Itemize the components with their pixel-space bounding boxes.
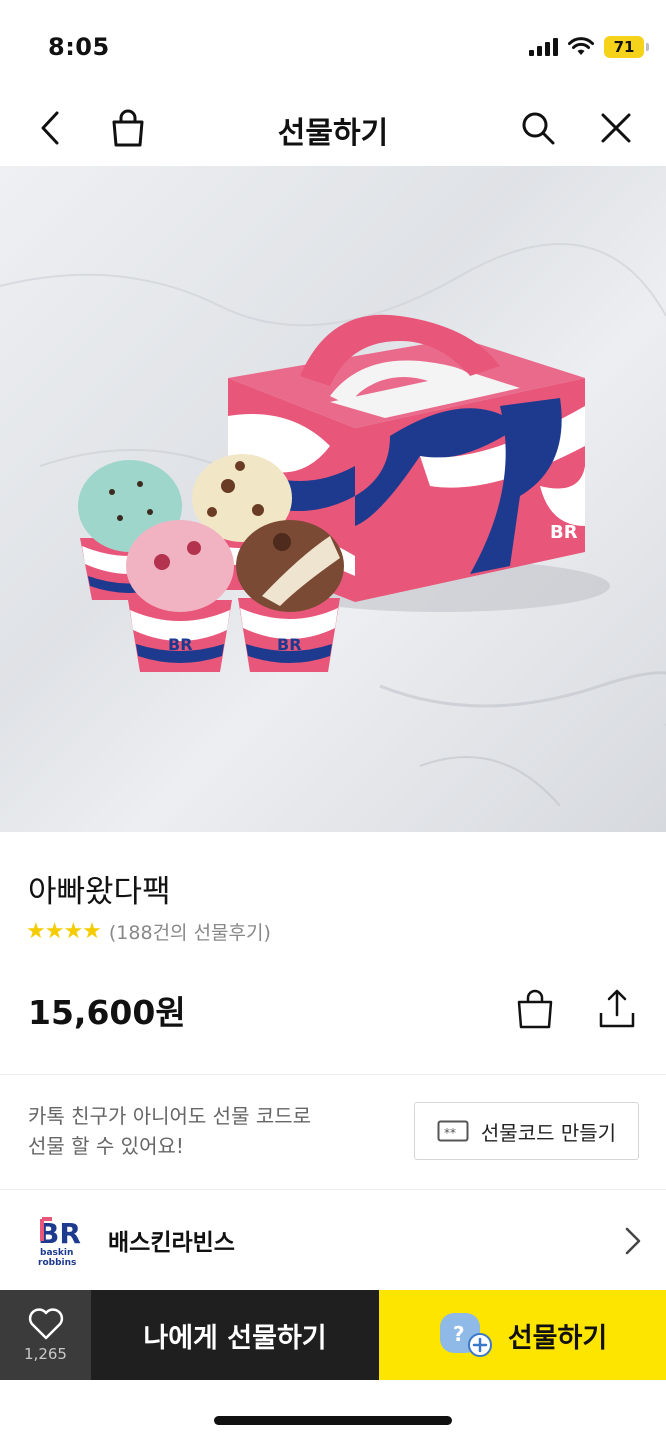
gift-code-description: 카톡 친구가 아니어도 선물 코드로 선물 할 수 있어요! <box>28 1101 311 1161</box>
svg-text:**: ** <box>444 1126 456 1140</box>
gift-code-description-line2: 선물 할 수 있어요! <box>28 1134 184 1158</box>
brand-name: 배스킨라빈스 <box>108 1230 235 1256</box>
brand-link[interactable]: BR baskin robbins 배스킨라빈스 <box>0 1190 666 1290</box>
page-title: 선물하기 <box>277 116 389 151</box>
gift-button-label: 선물하기 <box>507 1322 608 1354</box>
product-name: 아빠왔다팩 <box>28 874 171 910</box>
gift-to-self-button[interactable]: 나에게 선물하기 <box>91 1290 379 1380</box>
close-button[interactable] <box>592 104 640 152</box>
svg-text:robbins: robbins <box>38 1258 76 1267</box>
product-image: BR BR BR <box>0 166 666 832</box>
nav-bar: 선물하기 <box>0 90 666 166</box>
share-button[interactable] <box>596 988 638 1030</box>
divider <box>0 1074 666 1075</box>
brand-logo: BR baskin robbins <box>38 1217 81 1267</box>
product-price: 15,600원 <box>28 993 186 1032</box>
like-button[interactable]: 1,265 <box>0 1290 91 1380</box>
svg-text:BR: BR <box>277 635 302 654</box>
svg-text:BR: BR <box>550 522 578 543</box>
wifi-icon <box>568 37 594 55</box>
heart-icon <box>28 1308 63 1340</box>
status-bar: 8:05 71 <box>0 0 666 90</box>
create-gift-code-label: 선물코드 만들기 <box>480 1120 617 1145</box>
rating-row[interactable]: ★★★★ (188건의 선물후기) <box>26 918 271 945</box>
share-icon <box>599 989 635 1028</box>
battery-indicator: 71 <box>604 36 649 58</box>
brand-logo-text: BR <box>38 1217 81 1250</box>
like-count: 1,265 <box>24 1345 67 1363</box>
svg-text:baskin: baskin <box>40 1248 73 1258</box>
ice-cream-cup-chocolate: BR <box>236 520 344 672</box>
status-time: 8:05 <box>48 33 110 61</box>
gift-code-description-line1: 카톡 친구가 아니어도 선물 코드로 <box>28 1104 312 1128</box>
home-indicator <box>214 1416 452 1425</box>
review-count[interactable]: (188건의 선물후기) <box>109 918 271 945</box>
shopping-bag-icon <box>517 989 553 1029</box>
search-icon <box>522 112 555 145</box>
chevron-right-icon <box>625 1227 641 1255</box>
svg-text:?: ? <box>453 1322 465 1346</box>
friend-add-icon: ? <box>439 1313 492 1357</box>
bottom-action-bar: 1,265 나에게 선물하기 ? 선물하기 <box>0 1290 666 1380</box>
status-icons: 71 <box>529 36 649 58</box>
create-gift-code-button[interactable]: ** 선물코드 만들기 <box>414 1102 639 1160</box>
product-illustration: BR BR BR <box>0 243 666 807</box>
signal-icon <box>529 38 558 56</box>
price-actions <box>514 988 638 1030</box>
search-button[interactable] <box>514 104 562 152</box>
gift-button[interactable]: ? 선물하기 <box>379 1290 666 1380</box>
svg-text:BR: BR <box>168 635 193 654</box>
ticket-icon: ** <box>437 1120 469 1142</box>
ice-cream-cup-strawberry: BR <box>126 520 234 672</box>
add-to-wishbag-button[interactable] <box>514 988 556 1030</box>
close-icon <box>601 113 631 143</box>
star-rating: ★★★★ <box>26 919 102 944</box>
